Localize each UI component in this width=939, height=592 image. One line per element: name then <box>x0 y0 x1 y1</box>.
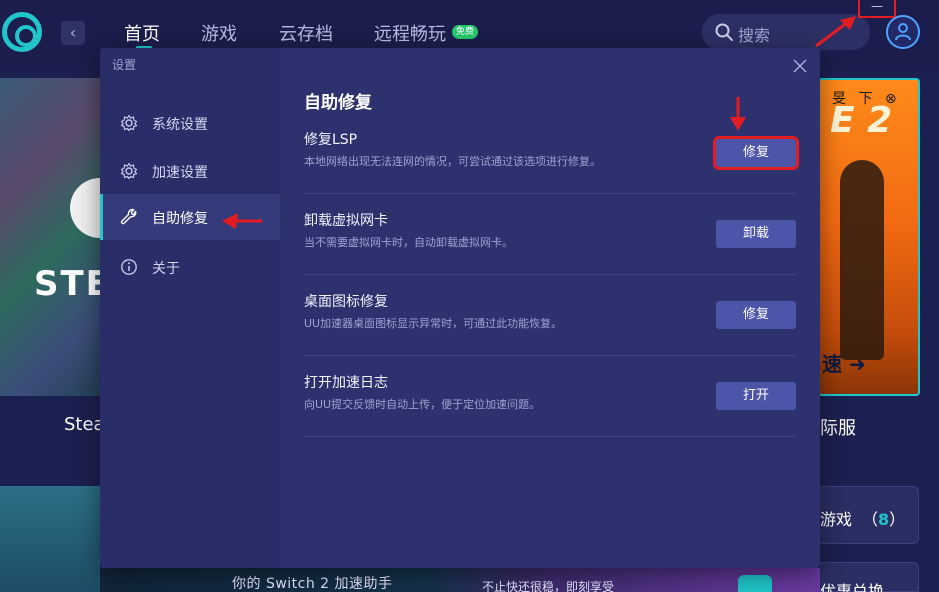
settings-dialog-title: 设置 <box>112 58 137 72</box>
row-title: 修复LSP <box>304 132 358 148</box>
user-icon <box>895 23 911 41</box>
row-description: 当不需要虚拟网卡时，自动卸载虚拟网卡。 <box>304 236 513 249</box>
uninstall-virtual-nic-button[interactable]: 卸载 <box>716 220 796 248</box>
app-logo <box>2 12 42 52</box>
repair-row-acceleration-log: 打开加速日志 向UU提交反馈时自动上传，便于定位加速问题。 打开 <box>304 356 796 437</box>
tab-cloud-save[interactable]: 云存档 <box>279 20 333 46</box>
row-title: 打开加速日志 <box>304 375 388 391</box>
my-games-label: 游戏 <box>820 510 853 529</box>
repair-row-lsp: 修复LSP 本地网络出现无法连网的情况，可尝试通过该选项进行修复。 修复 <box>304 113 799 194</box>
close-icon[interactable] <box>792 58 808 74</box>
bottom-promo-banner[interactable] <box>100 568 820 592</box>
row-description: 向UU提交反馈时自动上传，便于定位加速问题。 <box>304 398 541 411</box>
repair-row-desktop-icon: 桌面图标修复 UU加速器桌面图标显示异常时，可通过此功能恢复。 修复 <box>304 275 796 356</box>
annotation-arrow-repair <box>730 97 746 131</box>
section-title: 自助修复 <box>304 93 372 113</box>
row-title: 卸载虚拟网卡 <box>304 213 388 229</box>
gear-icon <box>120 114 138 132</box>
repair-row-virtual-nic: 卸载虚拟网卡 当不需要虚拟网卡时，自动卸载虚拟网卡。 卸载 <box>304 194 796 275</box>
sidebar-item-about[interactable]: 关于 <box>100 244 280 290</box>
switch-banner-image[interactable] <box>0 486 100 592</box>
gear-icon <box>120 162 138 180</box>
free-badge: 免费 <box>452 25 479 39</box>
cs2-card-title: E 2 <box>830 100 893 141</box>
row-description: 本地网络出现无法连网的情况，可尝试通过该选项进行修复。 <box>304 155 601 168</box>
cs2-card-caption: 际服 <box>820 418 856 439</box>
settings-sidebar: 设置 系统设置 加速设置 自助修复 关于 <box>100 48 280 568</box>
sidebar-item-label: 关于 <box>152 261 180 277</box>
repair-desktop-icon-button[interactable]: 修复 <box>716 301 796 329</box>
wrench-icon <box>120 208 137 225</box>
row-title: 桌面图标修复 <box>304 294 388 310</box>
steam-game-card[interactable]: STE <box>0 78 130 396</box>
tab-remote-play[interactable]: 远程畅玩 <box>374 20 446 46</box>
sidebar-item-label: 系统设置 <box>152 117 208 133</box>
promo-exchange-label: 优惠兑换 <box>820 582 885 592</box>
search-placeholder: 搜索 <box>738 26 771 45</box>
sidebar-item-system-settings[interactable]: 系统设置 <box>100 100 280 146</box>
cs2-soldier-image <box>840 160 884 360</box>
annotation-arrow-sidebar <box>222 213 262 229</box>
sidebar-item-label: 自助修复 <box>152 211 208 227</box>
sidebar-item-label: 加速设置 <box>152 165 208 181</box>
my-games-count: （8） <box>862 510 906 529</box>
search-icon <box>715 23 733 41</box>
row-description: UU加速器桌面图标显示异常时，可通过此功能恢复。 <box>304 317 563 330</box>
avatar[interactable] <box>886 15 920 49</box>
promo-banner-text: 不止快还很稳，即刻享受 <box>482 580 615 592</box>
tab-home[interactable]: 首页 <box>124 20 160 46</box>
minimize-button[interactable]: — <box>858 0 896 18</box>
cs2-game-card[interactable]: 旻 下 ⊗ E 2 速 ➜ <box>818 78 920 396</box>
steam-card-caption: Stea <box>64 414 105 435</box>
back-button[interactable]: ‹ <box>61 21 85 45</box>
tab-games[interactable]: 游戏 <box>201 20 237 46</box>
settings-dialog: 设置 系统设置 加速设置 自助修复 关于 自助修复 修复LSP 本地网络出现无法… <box>100 48 820 568</box>
sidebar-item-acceleration-settings[interactable]: 加速设置 <box>100 148 280 194</box>
open-acceleration-log-button[interactable]: 打开 <box>716 382 796 410</box>
annotation-arrow-minimize <box>815 16 856 48</box>
repair-lsp-button[interactable]: 修复 <box>713 136 799 170</box>
info-icon <box>121 259 137 275</box>
switch-banner-text: 你的 Switch 2 加速助手 <box>232 576 393 592</box>
promo-icon <box>738 575 772 592</box>
cs2-accelerate-link[interactable]: 速 ➜ <box>822 348 866 377</box>
